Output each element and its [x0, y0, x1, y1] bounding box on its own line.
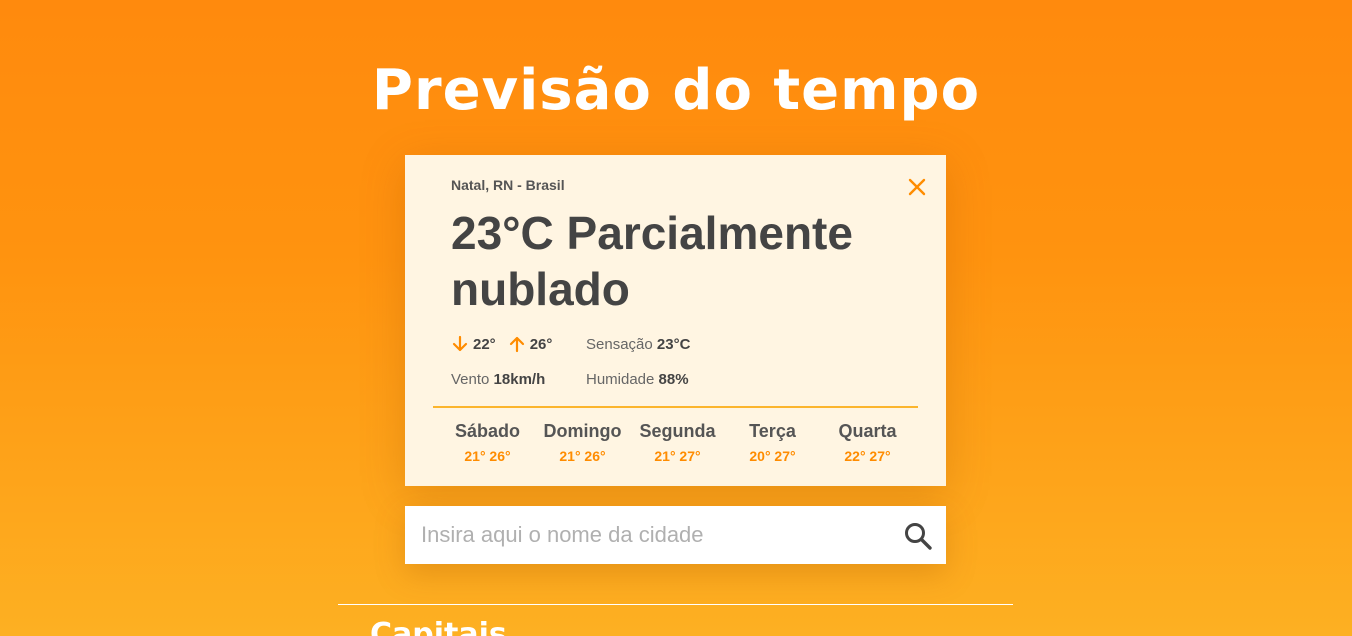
feels-like-value: 23°C [656, 335, 691, 353]
forecast-day-name: Quarta [838, 421, 897, 441]
search-box [405, 506, 946, 564]
close-button[interactable] [905, 175, 929, 199]
feels-like: Sensação 23°C [586, 336, 690, 353]
search-icon [905, 523, 932, 550]
forecast-day-temps: 20° 27° [749, 448, 796, 464]
location-label: Natal, RN - Brasil [451, 177, 565, 193]
forecast-day-temps: 21° 26° [464, 448, 511, 464]
page-title: Previsão do tempo [371, 58, 981, 123]
min-temperature-value: 22° [473, 335, 496, 353]
capitals-heading: Capitais [370, 617, 507, 636]
weather-card: Natal, RN - Brasil 23°C Parcialmente nub… [405, 155, 946, 486]
search-input[interactable] [405, 506, 885, 564]
max-temperature-value: 26° [529, 335, 553, 353]
search-button[interactable] [903, 521, 933, 551]
humidity: Humidade 88% [586, 371, 689, 388]
current-weather-headline: 23°C Parcialmente nublado [451, 207, 853, 315]
forecast-day-name: Domingo [543, 421, 622, 441]
forecast-day-temps: 22° 27° [844, 448, 891, 464]
forecast-day: Domingo 21° 26° [535, 421, 630, 464]
min-temperature: 22° [451, 335, 496, 353]
wind: Vento 18km/h [451, 371, 586, 388]
forecast-day-temps: 21° 26° [559, 448, 606, 464]
section-divider [338, 604, 1013, 605]
forecast-day: Quarta 22° 27° [820, 421, 915, 464]
feels-like-label: Sensação [586, 335, 653, 353]
card-divider [433, 406, 918, 408]
forecast-day-name: Sábado [454, 421, 520, 441]
forecast-list: Sábado 21° 26° Domingo 21° 26° Segunda 2… [440, 421, 915, 464]
humidity-value: 88% [658, 371, 689, 388]
wind-value: 18km/h [493, 371, 546, 388]
forecast-day-temps: 21° 27° [654, 448, 701, 464]
forecast-day-name: Segunda [639, 421, 716, 441]
arrow-down-icon [452, 335, 468, 352]
forecast-day: Terça 20° 27° [725, 421, 820, 464]
close-icon [908, 178, 926, 196]
arrow-up-icon [509, 336, 524, 353]
forecast-day: Sábado 21° 26° [440, 421, 535, 464]
humidity-label: Humidade [586, 371, 655, 388]
forecast-day-name: Terça [749, 421, 796, 441]
wind-label: Vento [451, 371, 490, 388]
forecast-day: Segunda 21° 27° [630, 421, 725, 464]
max-temperature: 26° [508, 335, 553, 353]
